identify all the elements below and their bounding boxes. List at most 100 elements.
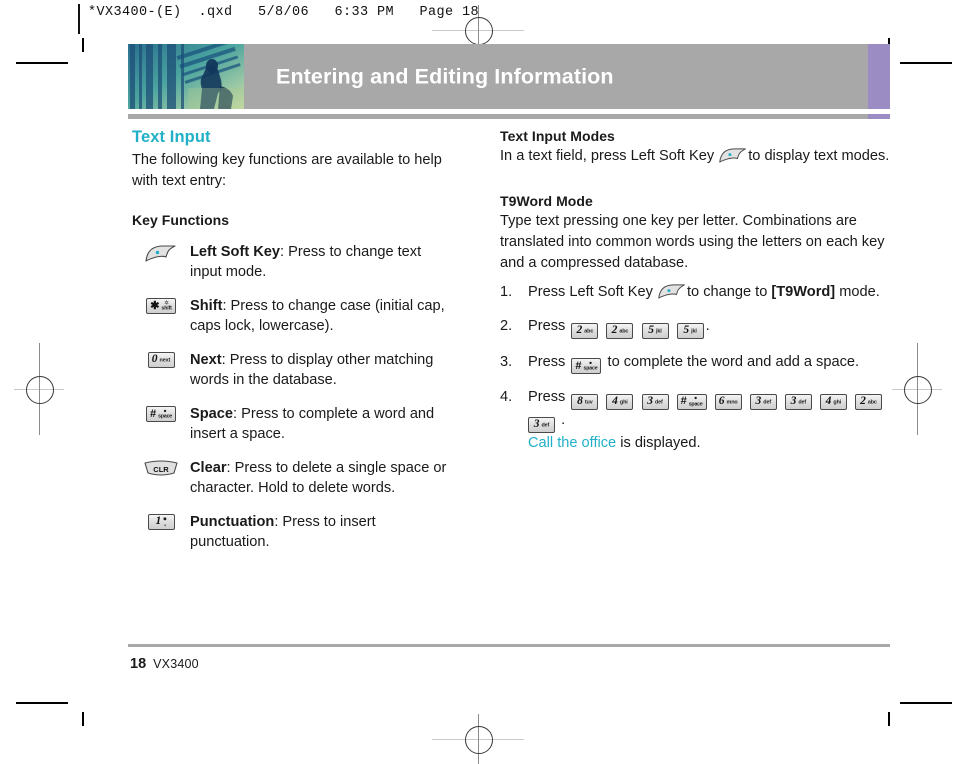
t9word-paragraph: Type text pressing one key per letter. C… xyxy=(500,213,885,271)
key-glyph-cell: CLR xyxy=(132,458,190,478)
keypad-key-3: 3 def xyxy=(784,394,812,410)
modes-text-before: In a text field, press Left Soft Key xyxy=(500,148,715,164)
text-input-intro: The following key functions are availabl… xyxy=(132,152,442,189)
keypad-key-6: 6 mno xyxy=(714,394,742,410)
step-text-after: mode. xyxy=(839,284,880,300)
keypad-key-3: 3 def xyxy=(528,416,555,433)
key-glyph-cell: 1 ■ ., xyxy=(132,512,190,530)
keypad-key-pound-space: # ● space xyxy=(571,358,602,375)
step-text-mid: to change to xyxy=(686,284,768,300)
crop-mark-top-left-vertical xyxy=(82,38,84,52)
key-function-description: Left Soft Key: Press to change text inpu… xyxy=(190,242,456,282)
manual-page: Entering and Editing Information Text In… xyxy=(128,44,890,684)
key-function-description: Clear: Press to delete a single space or… xyxy=(190,458,456,498)
key-function-term: Left Soft Key xyxy=(190,244,280,260)
banner-thumbnail-photo xyxy=(128,44,244,109)
step-text-before: Press xyxy=(528,353,566,370)
step-text-before: Press Left Soft Key xyxy=(528,284,653,300)
page-number: 18 xyxy=(130,656,147,672)
file-slug-text: *VX3400-(E) .qxd 5/8/06 6:33 PM Page 18 xyxy=(88,5,480,20)
footer: 18 VX3400 xyxy=(130,656,199,672)
key-glyph-cell xyxy=(132,242,190,263)
banner-underline-accent xyxy=(868,114,890,119)
key-symbol: ✱ xyxy=(150,299,160,312)
list-item: 3. Press # ● space to complete the word … xyxy=(500,352,890,375)
key-function-term: Space xyxy=(190,406,233,422)
clear-key-icon: CLR xyxy=(143,460,179,478)
key-glyph-cell: ✱ ✲ shift xyxy=(132,296,190,314)
slug-divider xyxy=(78,4,80,34)
key-function-row: CLR Clear: Press to delete a single spac… xyxy=(132,458,456,498)
key-function-description: Next: Press to display other matching wo… xyxy=(190,350,456,390)
key-function-term: Clear xyxy=(190,460,227,476)
key-glyph-cell: # ● space xyxy=(132,404,190,422)
keypad-key-pound-space: # ● space xyxy=(676,393,707,410)
key-function-row: Left Soft Key: Press to change text inpu… xyxy=(132,242,456,282)
key-glyph-cell: 0 next xyxy=(132,350,190,368)
keypad-key-3: 3 def xyxy=(749,394,777,410)
key-function-detail: : Press to display other matching words … xyxy=(190,352,434,388)
keypad-key-5: 5 jkl xyxy=(641,322,669,339)
t9-result-text: Call the office xyxy=(528,434,617,451)
keypad-key-8: 8 tuv xyxy=(571,394,599,410)
t9word-mode-label: [T9Word] xyxy=(771,284,836,300)
keypad-key-2: 2 abc xyxy=(854,394,882,410)
key-function-detail: : Press to change case (initial cap, cap… xyxy=(190,298,445,334)
key-function-description: Punctuation: Press to insert punctuation… xyxy=(190,512,456,552)
key-digit: 0 xyxy=(151,353,158,366)
crop-mark-top-right-horizontal xyxy=(900,62,952,64)
keypad-key-4: 4 ghi xyxy=(819,394,847,410)
footer-divider xyxy=(128,644,890,647)
keypad-key-3: 3 def xyxy=(641,394,669,410)
step-number: 4. xyxy=(500,389,513,406)
step-text-after: to complete the word and add a space. xyxy=(607,353,860,370)
star-shift-key-icon: ✱ ✲ shift xyxy=(146,298,176,314)
list-item: 4. Press 8 tuv 4 ghi 3 def # ● space 6 m… xyxy=(500,387,890,454)
subsection-title-key-functions: Key Functions xyxy=(132,212,230,228)
key-sublabel: ✲ shift xyxy=(161,300,172,312)
key-function-row: ✱ ✲ shift Shift: Press to change case (i… xyxy=(132,296,456,336)
key-sublabel: ● space xyxy=(158,408,173,420)
registration-mark-left xyxy=(14,343,64,435)
crop-mark-bottom-right-vertical xyxy=(888,712,890,726)
crop-mark-top-left-horizontal xyxy=(16,62,68,64)
banner-purple-accent xyxy=(868,44,890,109)
keypad-key-4: 4 ghi xyxy=(606,394,634,410)
left-soft-key-icon xyxy=(718,147,748,164)
t9word-steps-list: 1. Press Left Soft Key to change to [T9W… xyxy=(500,282,890,454)
key-function-description: Space: Press to complete a word and inse… xyxy=(190,404,456,444)
keypad-key-2: 2 abc xyxy=(606,322,634,339)
registration-mark-bottom xyxy=(432,714,524,764)
banner-underline xyxy=(128,114,868,119)
crop-mark-bottom-right-horizontal xyxy=(900,702,952,704)
text-input-modes-paragraph: In a text field, press Left Soft Key to … xyxy=(500,146,890,167)
model-name: VX3400 xyxy=(153,657,199,671)
left-column: Text Input The following key functions a… xyxy=(132,128,456,566)
clear-key-label: CLR xyxy=(153,465,169,474)
key-function-term: Next xyxy=(190,352,222,368)
left-soft-key-icon xyxy=(657,283,687,300)
key-symbol: # xyxy=(149,407,157,420)
crop-mark-bottom-left-vertical xyxy=(82,712,84,726)
keypad-key-2: 2 abc xyxy=(571,322,599,339)
chapter-banner: Entering and Editing Information xyxy=(128,44,890,109)
key-sublabel: next xyxy=(159,357,171,364)
t9-result-suffix: is displayed. xyxy=(620,434,701,451)
subsection-title-t9word-mode: T9Word Mode xyxy=(500,193,593,209)
key-function-row: # ● space Space: Press to complete a wor… xyxy=(132,404,456,444)
key-function-row: 0 next Next: Press to display other matc… xyxy=(132,350,456,390)
list-item: 1. Press Left Soft Key to change to [T9W… xyxy=(500,282,890,303)
key-function-description: Shift: Press to change case (initial cap… xyxy=(190,296,456,336)
right-column: Text Input Modes In a text field, press … xyxy=(500,128,890,467)
key-sublabel: ■ ., xyxy=(163,516,167,528)
registration-mark-right xyxy=(892,343,942,435)
left-soft-key-icon xyxy=(144,244,178,263)
step-number: 1. xyxy=(500,284,513,300)
page-title: Entering and Editing Information xyxy=(276,64,614,88)
step-text-before: Press xyxy=(528,318,566,334)
key-function-term: Punctuation xyxy=(190,514,275,530)
keypad-key-5: 5 jkl xyxy=(676,322,704,339)
step-text-after: . xyxy=(561,412,566,428)
modes-text-after: to display text modes. xyxy=(748,148,890,164)
step-number: 3. xyxy=(500,353,513,370)
